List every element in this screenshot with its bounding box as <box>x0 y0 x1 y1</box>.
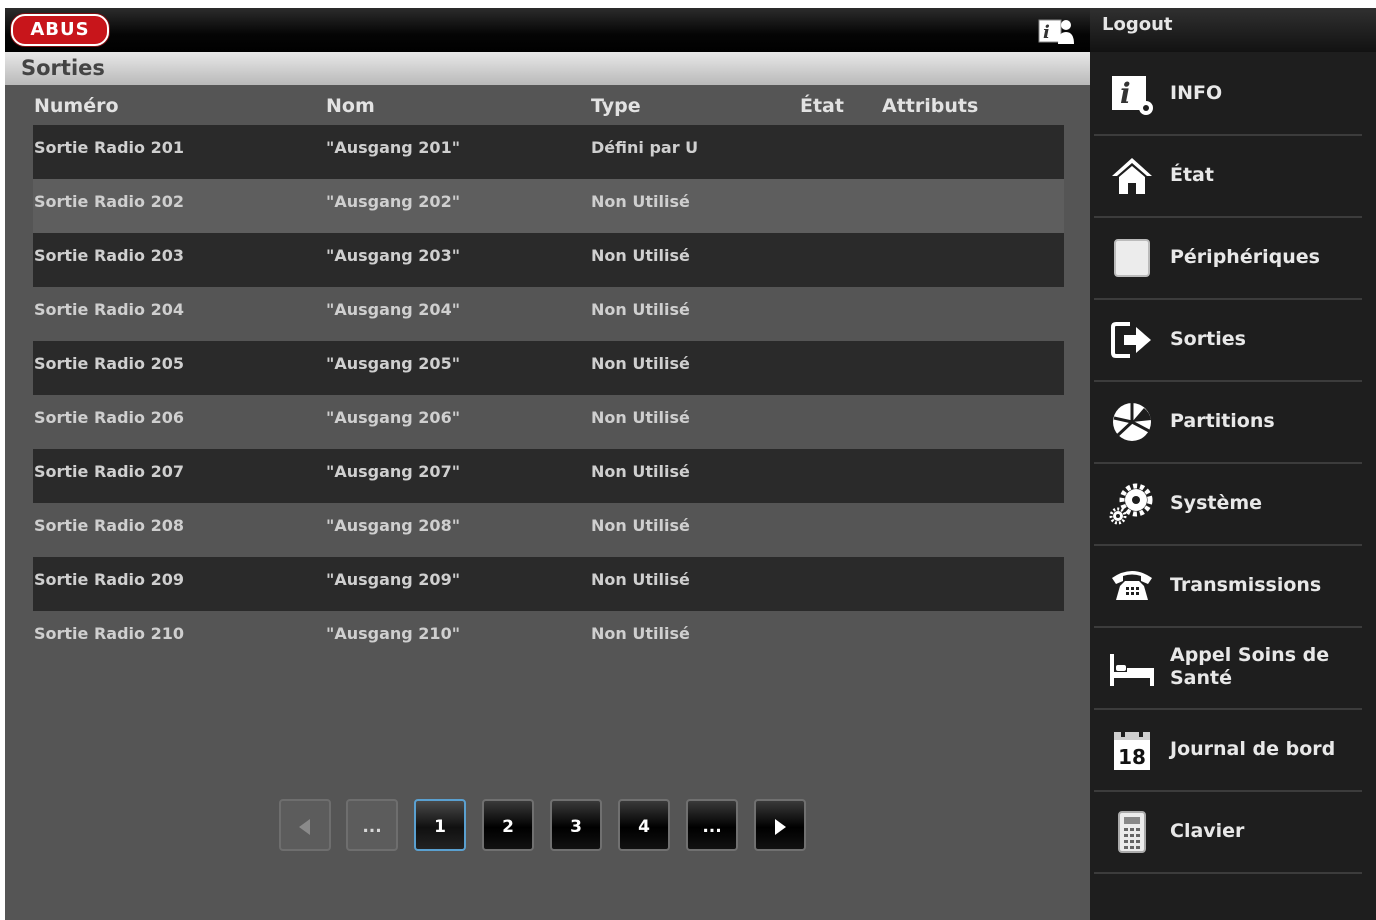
cell-type: Non Utilisé <box>591 624 690 643</box>
sidebar-item-transmissions[interactable]: Transmissions <box>1094 546 1362 628</box>
table-row[interactable]: Sortie Radio 205 "Ausgang 205" Non Utili… <box>33 341 1064 395</box>
prev-page-button[interactable] <box>279 799 331 851</box>
calendar-day-text: 18 <box>1118 745 1146 769</box>
sidebar-item-label: Appel Soins de Santé <box>1170 644 1330 689</box>
column-header-nom[interactable]: Nom <box>326 95 375 117</box>
gears-icon <box>1109 483 1153 525</box>
cell-numero: Sortie Radio 203 <box>34 246 184 265</box>
sidebar-item-journal-de-bord[interactable]: 18 Journal de bord <box>1094 710 1362 792</box>
sidebar-item-label: Système <box>1170 492 1263 514</box>
cell-type: Non Utilisé <box>591 246 690 265</box>
cell-type: Non Utilisé <box>591 192 690 211</box>
page-button-3[interactable]: 3 <box>550 799 602 851</box>
cell-numero: Sortie Radio 206 <box>34 408 184 427</box>
bed-icon <box>1110 654 1154 686</box>
column-header-attributs[interactable]: Attributs <box>882 95 978 117</box>
table-row[interactable]: Sortie Radio 204 "Ausgang 204" Non Utili… <box>33 287 1064 341</box>
cell-numero: Sortie Radio 205 <box>34 354 184 373</box>
page-button-2[interactable]: 2 <box>482 799 534 851</box>
exit-icon <box>1111 322 1151 358</box>
cell-numero: Sortie Radio 207 <box>34 462 184 481</box>
next-page-button[interactable] <box>754 799 806 851</box>
sidebar-item-partitions[interactable]: Partitions <box>1094 382 1362 464</box>
sidebar-item-appel-soins-de-sante[interactable]: Appel Soins de Santé <box>1094 628 1362 710</box>
svg-text:i: i <box>1043 22 1050 43</box>
page-title: Sorties <box>21 56 105 80</box>
device-icon <box>1114 239 1150 277</box>
keypad-icon <box>1118 811 1146 853</box>
cell-numero: Sortie Radio 202 <box>34 192 184 211</box>
top-bar: ABUS i <box>5 8 1090 52</box>
user-info-icon[interactable]: i <box>1037 16 1077 46</box>
sidebar-item-systeme[interactable]: Système <box>1094 464 1362 546</box>
sidebar-item-etat[interactable]: État <box>1094 136 1362 218</box>
table-row[interactable]: Sortie Radio 209 "Ausgang 209" Non Utili… <box>33 557 1064 611</box>
table-row[interactable]: Sortie Radio 210 "Ausgang 210" Non Utili… <box>33 611 1064 665</box>
sidebar-item-peripheriques[interactable]: Périphériques <box>1094 218 1362 300</box>
cell-numero: Sortie Radio 201 <box>34 138 184 157</box>
cell-nom: "Ausgang 205" <box>326 354 461 373</box>
column-header-etat[interactable]: État <box>800 95 844 117</box>
svg-text:i: i <box>1120 77 1131 110</box>
cell-nom: "Ausgang 204" <box>326 300 461 319</box>
arrow-left-icon <box>299 819 310 835</box>
cell-type: Défini par U <box>591 138 699 157</box>
page-button-4[interactable]: 4 <box>618 799 670 851</box>
cell-nom: "Ausgang 210" <box>326 624 461 643</box>
sidebar-item-label: INFO <box>1170 82 1223 104</box>
sidebar-item-label: Périphériques <box>1170 246 1320 268</box>
sidebar-item-sorties[interactable]: Sorties <box>1094 300 1362 382</box>
table-row[interactable]: Sortie Radio 208 "Ausgang 208" Non Utili… <box>33 503 1064 557</box>
column-header-numero[interactable]: Numéro <box>34 95 119 117</box>
abus-logo: ABUS <box>11 14 109 46</box>
column-header-type[interactable]: Type <box>591 95 641 117</box>
cell-nom: "Ausgang 202" <box>326 192 461 211</box>
arrow-right-icon <box>775 819 786 835</box>
cell-type: Non Utilisé <box>591 408 690 427</box>
cell-numero: Sortie Radio 209 <box>34 570 184 589</box>
cell-type: Non Utilisé <box>591 300 690 319</box>
sidebar-item-label: Journal de bord <box>1170 738 1336 760</box>
home-icon <box>1112 158 1152 194</box>
cell-numero: Sortie Radio 208 <box>34 516 184 535</box>
sidebar-item-label: Partitions <box>1170 410 1275 432</box>
table-row[interactable]: Sortie Radio 203 "Ausgang 203" Non Utili… <box>33 233 1064 287</box>
pagination-ellipsis-right[interactable]: ... <box>686 799 738 851</box>
cell-nom: "Ausgang 207" <box>326 462 461 481</box>
cell-nom: "Ausgang 208" <box>326 516 461 535</box>
page-button-1[interactable]: 1 <box>414 799 466 851</box>
sidebar-item-label: État <box>1170 164 1214 186</box>
info-icon: i <box>1112 76 1153 115</box>
sidebar-nav: i INFO État Périphériques Sorties Partit… <box>1090 52 1376 920</box>
table-row[interactable]: Sortie Radio 202 "Ausgang 202" Non Utili… <box>33 179 1064 233</box>
cell-numero: Sortie Radio 210 <box>34 624 184 643</box>
table-row[interactable]: Sortie Radio 207 "Ausgang 207" Non Utili… <box>33 449 1064 503</box>
cell-type: Non Utilisé <box>591 462 690 481</box>
cell-type: Non Utilisé <box>591 354 690 373</box>
sidebar-item-clavier[interactable]: Clavier <box>1094 792 1362 874</box>
outputs-panel: Numéro Nom Type État Attributs Sortie Ra… <box>5 85 1090 920</box>
cell-numero: Sortie Radio 204 <box>34 300 184 319</box>
section-title-bar: Sorties <box>5 52 1090 85</box>
logout-bar: Logout <box>1090 8 1376 52</box>
cell-type: Non Utilisé <box>591 570 690 589</box>
table-row[interactable]: Sortie Radio 201 "Ausgang 201" Défini pa… <box>33 125 1064 179</box>
cell-nom: "Ausgang 209" <box>326 570 461 589</box>
calendar-icon: 18 <box>1114 728 1150 770</box>
cell-nom: "Ausgang 203" <box>326 246 461 265</box>
sidebar-item-label: Clavier <box>1170 820 1245 842</box>
cell-nom: "Ausgang 201" <box>326 138 461 157</box>
telephone-icon <box>1112 571 1152 600</box>
cell-type: Non Utilisé <box>591 516 690 535</box>
cell-nom: "Ausgang 206" <box>326 408 461 427</box>
logout-link[interactable]: Logout <box>1102 14 1173 35</box>
sidebar-item-info[interactable]: i INFO <box>1094 54 1362 136</box>
partitions-icon <box>1113 403 1151 441</box>
pagination-ellipsis-left[interactable]: ... <box>346 799 398 851</box>
table-row[interactable]: Sortie Radio 206 "Ausgang 206" Non Utili… <box>33 395 1064 449</box>
sidebar-item-label: Sorties <box>1170 328 1246 350</box>
sidebar-item-label: Transmissions <box>1170 574 1322 596</box>
